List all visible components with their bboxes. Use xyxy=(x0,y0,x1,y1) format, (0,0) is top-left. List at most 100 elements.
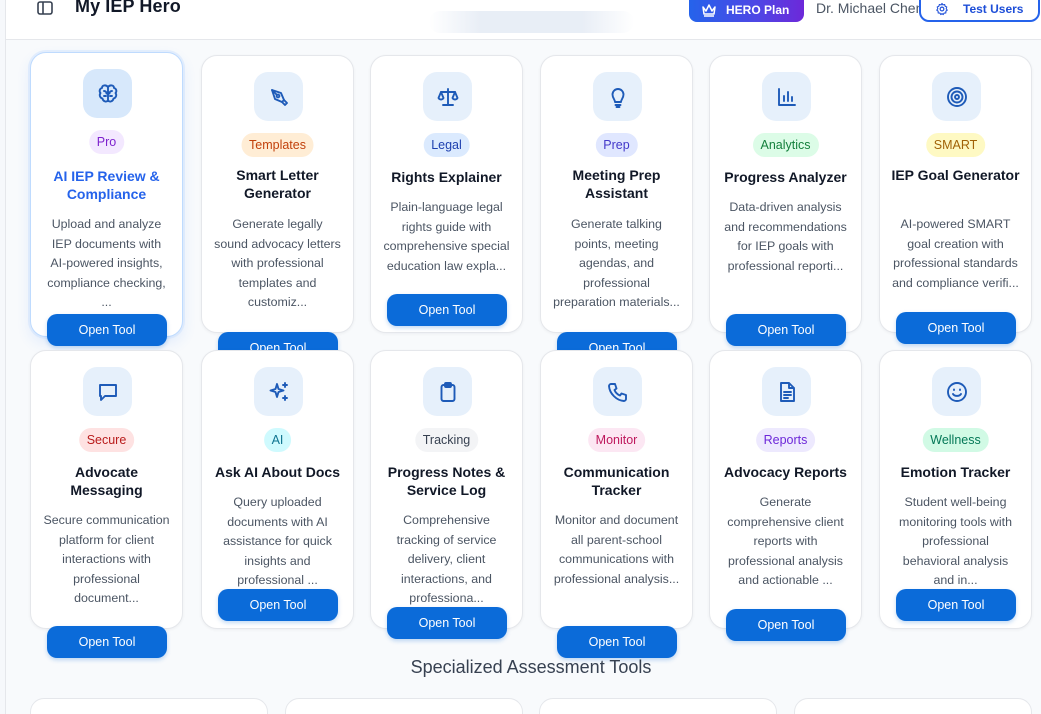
tool-card[interactable]: Reports Advocacy Reports Generate comprehe… xyxy=(709,350,862,641)
tool-badge: Secure xyxy=(78,428,135,452)
tool-title: IEP Goal Generator xyxy=(891,167,1020,183)
tool-card[interactable]: Wellness Emotion Tracker Student well-bein… xyxy=(879,350,1032,629)
tool-icon-box xyxy=(254,367,303,416)
open-tool-button[interactable]: Open Tool xyxy=(557,626,677,658)
tool-description: AI-powered SMART goal creation with prof… xyxy=(892,217,1019,290)
pen-tool-icon xyxy=(270,88,288,106)
phone-icon xyxy=(607,382,627,402)
tool-badge: Templates xyxy=(241,133,314,157)
tool-badge: Reports xyxy=(755,428,816,452)
file-text-icon xyxy=(779,381,795,402)
tool-badge: Pro xyxy=(88,130,125,154)
tool-icon-box xyxy=(762,72,811,121)
crown-icon xyxy=(702,4,716,17)
tool-title: Smart Letter Generator xyxy=(236,167,319,201)
tool-card[interactable]: Monitor Communication Tracker Monitor and … xyxy=(540,350,693,658)
tool-badge: Analytics xyxy=(752,133,819,157)
main-page: My IEP Hero HERO Plan Dr. Michael Chen T… xyxy=(5,0,1041,714)
tool-description: Generate comprehensive client reports wi… xyxy=(727,495,844,588)
tool-icon-box xyxy=(762,367,811,416)
gear-icon xyxy=(936,2,948,16)
target-icon xyxy=(946,86,967,107)
tool-title: Emotion Tracker xyxy=(900,464,1011,480)
brain-icon xyxy=(98,83,117,102)
user-name: Dr. Michael Chen xyxy=(816,0,924,16)
tool-icon-box xyxy=(254,72,303,121)
tool-icon-box xyxy=(932,367,981,416)
top-header: My IEP Hero HERO Plan Dr. Michael Chen T… xyxy=(6,0,1041,40)
open-tool-button[interactable]: Open Tool xyxy=(726,314,846,346)
open-tool-button[interactable]: Open Tool xyxy=(47,626,167,658)
assessment-card[interactable] xyxy=(285,698,523,714)
sidebar-toggle-button[interactable] xyxy=(36,0,54,16)
tool-badge: Prep xyxy=(595,133,638,157)
tool-description: Generate legally sound advocacy letters … xyxy=(214,217,341,310)
tool-card[interactable]: Prep Meeting Prep Assistant Generate talki… xyxy=(540,55,693,364)
tool-description: Comprehensive tracking of service delive… xyxy=(396,513,497,605)
tool-badge: Tracking xyxy=(414,428,479,452)
tool-title: Meeting Prep Assistant xyxy=(572,167,661,201)
tool-badge: AI xyxy=(263,428,292,452)
header-placeholder-bar xyxy=(429,11,634,33)
tool-icon-box xyxy=(593,72,642,121)
section-title: Specialized Assessment Tools xyxy=(410,657,652,677)
tool-description: Student well-being monitoring tools with… xyxy=(899,495,1012,587)
assessment-card[interactable] xyxy=(30,698,268,714)
tool-card[interactable]: Legal Rights Explainer Plain-language lega… xyxy=(370,55,523,333)
tool-title: Rights Explainer xyxy=(391,169,502,185)
test-users-label: Test Users xyxy=(963,2,1024,16)
open-tool-button[interactable]: Open Tool xyxy=(896,312,1016,344)
open-tool-button[interactable]: Open Tool xyxy=(47,314,167,346)
tool-title: AI IEP Review & Compliance xyxy=(53,168,160,202)
tool-icon-box xyxy=(83,367,132,416)
tool-icon-box xyxy=(932,72,981,121)
tool-icon-box xyxy=(83,69,132,118)
plan-badge-label: HERO Plan xyxy=(726,3,790,17)
tool-title: Communication Tracker xyxy=(563,464,670,498)
tool-badge: Wellness xyxy=(922,428,989,452)
tool-description: Plain-language legal rights guide with c… xyxy=(383,200,510,273)
tool-title: Progress Analyzer xyxy=(724,169,847,185)
bar-chart-icon xyxy=(777,87,796,106)
app-title: My IEP Hero xyxy=(75,0,181,16)
assessment-card[interactable] xyxy=(794,698,1032,714)
tool-description: Secure communication platform for client… xyxy=(43,513,170,606)
plan-badge[interactable]: HERO Plan xyxy=(689,0,804,22)
tool-title: Progress Notes & Service Log xyxy=(387,464,506,498)
tool-card[interactable]: Tracking Progress Notes & Service Log Comp… xyxy=(370,350,523,639)
tool-description: Upload and analyze IEP documents with AI… xyxy=(47,217,166,310)
open-tool-button[interactable]: Open Tool xyxy=(726,609,846,641)
lightbulb-icon xyxy=(611,87,624,108)
scale-icon xyxy=(437,87,458,106)
sparkles-icon xyxy=(269,381,288,401)
tool-card[interactable]: Analytics Progress Analyzer Data-driven an… xyxy=(709,55,862,346)
tool-description: Query uploaded documents with AI assista… xyxy=(223,495,332,587)
tool-title: Advocacy Reports xyxy=(724,464,847,480)
tool-description: Monitor and document all parent-school c… xyxy=(553,513,680,586)
tool-title: Ask AI About Docs xyxy=(215,464,340,480)
panel-left-icon xyxy=(37,1,53,15)
open-tool-button[interactable]: Open Tool xyxy=(387,607,507,639)
tool-card[interactable]: Templates Smart Letter Generator Generate … xyxy=(201,55,354,364)
tool-card[interactable]: Pro AI IEP Review & Compliance Upload and … xyxy=(30,52,183,346)
tool-description: Data-driven analysis and recommendations… xyxy=(724,200,847,273)
tool-icon-box xyxy=(593,367,642,416)
smile-icon xyxy=(946,381,967,402)
assessment-card[interactable] xyxy=(539,698,777,714)
test-users-button[interactable]: Test Users xyxy=(919,0,1040,22)
tool-icon-box xyxy=(423,367,472,416)
open-tool-button[interactable]: Open Tool xyxy=(896,589,1016,621)
tool-card[interactable]: Secure Advocate Messaging Secure communica… xyxy=(30,350,183,658)
tool-badge: SMART xyxy=(925,133,986,157)
message-icon xyxy=(98,383,117,401)
open-tool-button[interactable]: Open Tool xyxy=(387,294,507,326)
tool-card[interactable]: SMART IEP Goal Generator AI-powered SMART … xyxy=(879,55,1032,344)
tool-badge: Legal xyxy=(423,133,470,157)
tool-card[interactable]: AI Ask AI About Docs Query uploaded docume… xyxy=(201,350,354,629)
tool-badge: Monitor xyxy=(587,428,646,452)
open-tool-button[interactable]: Open Tool xyxy=(218,589,338,621)
tool-icon-box xyxy=(423,72,472,121)
tool-title: Advocate Messaging xyxy=(70,464,143,498)
tool-description: Generate talking points, meeting agendas… xyxy=(553,217,680,310)
clipboard-icon xyxy=(440,381,455,402)
